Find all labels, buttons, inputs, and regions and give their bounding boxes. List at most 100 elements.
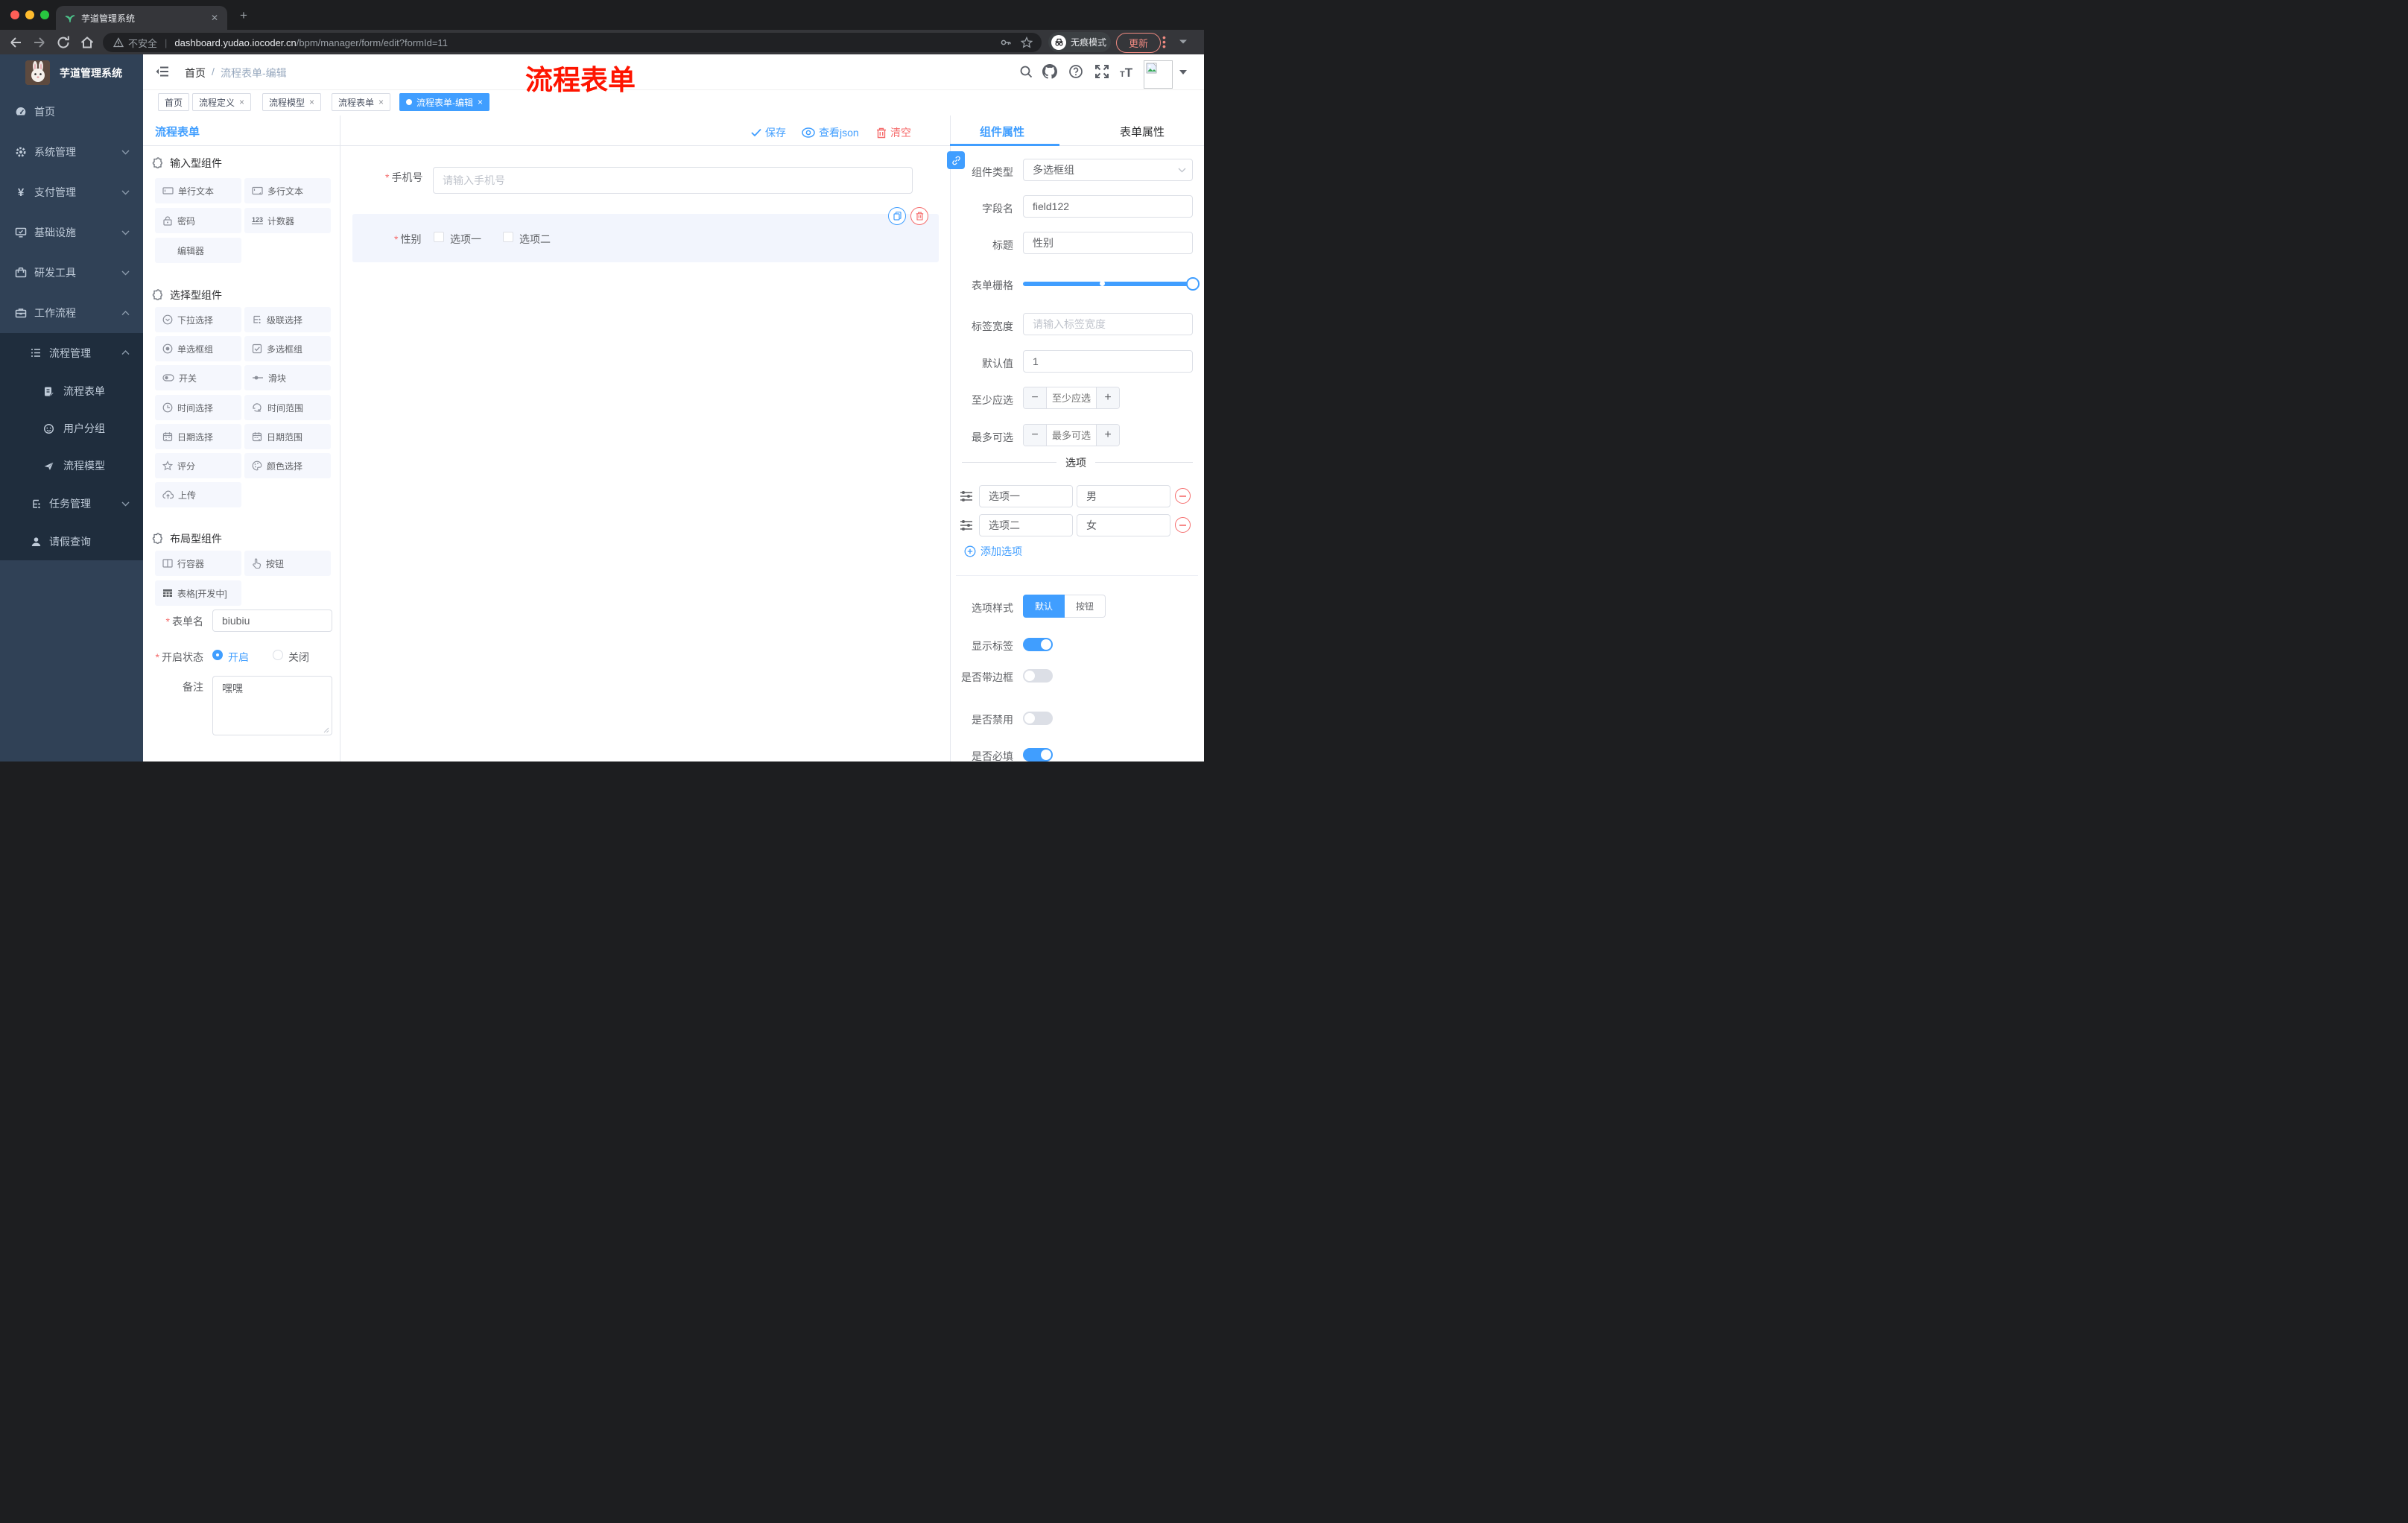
tag-close-icon[interactable]: × — [239, 98, 244, 107]
font-size-icon[interactable]: TT — [1120, 66, 1132, 80]
chip-password[interactable]: 密码 — [155, 208, 241, 233]
fullscreen-icon[interactable] — [1094, 64, 1109, 79]
chip-editor[interactable]: 编辑器 — [155, 238, 241, 263]
tag-close-icon[interactable]: × — [309, 98, 314, 107]
chip-rate[interactable]: 评分 — [155, 453, 241, 478]
stepper-increase-button[interactable]: + — [1096, 425, 1119, 446]
avatar-caret-icon[interactable] — [1179, 70, 1187, 75]
radio-on-label[interactable]: 开启 — [228, 650, 249, 665]
stepper-increase-button[interactable]: + — [1096, 387, 1119, 408]
chip-multi-line-text[interactable]: 多行文本 — [244, 178, 331, 203]
chip-cascader[interactable]: 级联选择 — [244, 307, 331, 332]
chip-color-picker[interactable]: 颜色选择 — [244, 453, 331, 478]
radio-off-label[interactable]: 关闭 — [288, 650, 309, 665]
reload-icon[interactable] — [55, 34, 72, 51]
sidebar-item-process-form[interactable]: 流程表单 — [0, 373, 143, 410]
delete-field-button[interactable] — [910, 207, 928, 225]
sidebar-item-devtools[interactable]: 研发工具 — [0, 253, 143, 293]
view-json-button[interactable]: 查看json — [802, 125, 859, 140]
avatar[interactable] — [1144, 60, 1173, 89]
show-label-switch[interactable] — [1023, 638, 1053, 651]
with-border-switch[interactable] — [1023, 669, 1053, 683]
tag-process-model[interactable]: 流程模型 × — [262, 93, 322, 111]
window-zoom-button[interactable] — [40, 10, 49, 19]
copy-field-button[interactable] — [888, 207, 906, 225]
default-value-input[interactable] — [1023, 350, 1193, 373]
add-option-button[interactable]: 添加选项 — [964, 544, 1022, 559]
chip-counter[interactable]: 123 计数器 — [244, 208, 331, 233]
remark-textarea[interactable]: 嘿嘿 — [212, 676, 332, 735]
phone-input[interactable] — [433, 167, 913, 194]
chip-radio-group[interactable]: 单选框组 — [155, 336, 241, 361]
chip-table[interactable]: 表格[开发中] — [155, 580, 241, 606]
max-select-input[interactable] — [1047, 425, 1096, 446]
chip-row-container[interactable]: 行容器 — [155, 551, 241, 576]
window-close-button[interactable] — [10, 10, 19, 19]
help-icon[interactable] — [1068, 64, 1083, 79]
grid-slider-track[interactable] — [1023, 282, 1193, 286]
chip-date-range[interactable]: 日期范围 — [244, 424, 331, 449]
remove-option-button[interactable] — [1175, 517, 1191, 533]
option-drag-handle-icon[interactable] — [960, 490, 973, 502]
sidebar-item-user-group[interactable]: 用户分组 — [0, 410, 143, 447]
radio-off[interactable] — [273, 650, 283, 660]
home-icon[interactable] — [79, 34, 95, 51]
disabled-switch[interactable] — [1023, 712, 1053, 725]
chip-time-picker[interactable]: 时间选择 — [155, 395, 241, 420]
sidebar-item-system[interactable]: 系统管理 — [0, 132, 143, 172]
tab-form-props[interactable]: 表单属性 — [1120, 124, 1165, 139]
option-drag-handle-icon[interactable] — [960, 519, 973, 531]
sidebar-item-workflow[interactable]: 工作流程 — [0, 293, 143, 333]
sidebar-item-home[interactable]: 首页 — [0, 92, 143, 132]
resize-handle[interactable] — [323, 727, 329, 733]
stepper-decrease-button[interactable]: − — [1024, 425, 1047, 446]
stepper-decrease-button[interactable]: − — [1024, 387, 1047, 408]
gender-checkbox-2[interactable] — [503, 232, 513, 242]
clear-button[interactable]: 清空 — [876, 125, 911, 140]
url-bar[interactable]: 不安全 | dashboard.yudao.iocoder.cn/bpm/man… — [103, 33, 1042, 52]
tag-close-icon[interactable]: × — [478, 98, 483, 107]
back-icon[interactable] — [7, 34, 24, 51]
sidebar-item-infrastructure[interactable]: 基础设施 — [0, 212, 143, 253]
tag-close-icon[interactable]: × — [378, 98, 384, 107]
chip-upload[interactable]: 上传 — [155, 482, 241, 507]
save-button[interactable]: 保存 — [751, 125, 786, 140]
option1-value-input[interactable] — [1077, 485, 1170, 507]
option1-label-input[interactable] — [979, 485, 1073, 507]
style-default-button[interactable]: 默认 — [1023, 595, 1065, 618]
sidebar-item-leave-query[interactable]: 请假查询 — [0, 523, 143, 560]
key-icon[interactable] — [1000, 37, 1012, 48]
sidebar-toggle-icon[interactable] — [155, 64, 170, 79]
option2-label-input[interactable] — [979, 514, 1073, 536]
new-tab-button[interactable]: + — [240, 9, 247, 22]
browser-menu-icon[interactable]: • • • — [1162, 32, 1167, 51]
min-select-input[interactable] — [1047, 387, 1096, 408]
form-name-input[interactable] — [212, 609, 332, 632]
update-button[interactable]: 更新 — [1116, 33, 1161, 53]
profile-caret-icon[interactable] — [1179, 39, 1188, 45]
chip-single-line-text[interactable]: 单行文本 — [155, 178, 241, 203]
forward-icon[interactable] — [31, 34, 48, 51]
breadcrumb-home[interactable]: 首页 — [185, 66, 206, 80]
search-icon[interactable] — [1019, 65, 1033, 79]
tag-home[interactable]: 首页 — [158, 93, 190, 111]
tag-process-definition[interactable]: 流程定义 × — [192, 93, 252, 111]
sidebar-item-task-management[interactable]: 任务管理 — [0, 484, 143, 523]
option2-value-input[interactable] — [1077, 514, 1170, 536]
type-select[interactable]: 多选框组 — [1023, 159, 1193, 181]
bookmark-star-icon[interactable] — [1021, 37, 1033, 48]
sidebar-item-process-management[interactable]: 流程管理 — [0, 333, 143, 373]
github-icon[interactable] — [1042, 64, 1057, 79]
sidebar-item-process-model[interactable]: 流程模型 — [0, 447, 143, 484]
radio-on[interactable] — [212, 650, 223, 660]
title-input[interactable] — [1023, 232, 1193, 254]
grid-slider-handle[interactable] — [1186, 277, 1200, 291]
chip-checkbox-group[interactable]: 多选框组 — [244, 336, 331, 361]
browser-tab[interactable]: 芋道管理系统 ✕ — [56, 6, 227, 30]
chip-button[interactable]: 按钮 — [244, 551, 331, 576]
chip-date-picker[interactable]: 日期选择 — [155, 424, 241, 449]
sidebar-item-payment[interactable]: ¥ 支付管理 — [0, 172, 143, 212]
chip-slider[interactable]: 滑块 — [244, 365, 331, 390]
gender-checkbox-1[interactable] — [434, 232, 444, 242]
style-button-button[interactable]: 按钮 — [1065, 595, 1106, 618]
